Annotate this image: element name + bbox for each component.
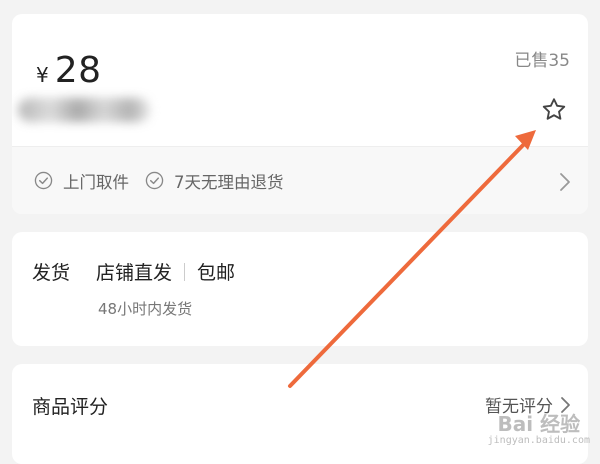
sold-count: 已售35 — [514, 51, 570, 71]
price-amount: 28 — [54, 50, 102, 91]
shipping-label: 发货 — [32, 262, 71, 284]
shipping-tag-free: 包邮 — [197, 262, 236, 284]
star-outline-icon[interactable] — [540, 96, 568, 124]
blurred-product-title — [18, 98, 150, 122]
service-label: 7天无理由退货 — [174, 172, 284, 192]
shipping-time: 48小时内发货 — [98, 300, 193, 318]
shipping-tag-store: 店铺直发 — [96, 262, 173, 284]
watermark-url: jingyan.baidu.com — [487, 435, 590, 446]
check-circle-icon — [145, 171, 164, 190]
watermark: Bai 经验 jingyan.baidu.com — [488, 408, 590, 446]
divider — [184, 262, 186, 281]
watermark-logo: Bai 经验 — [497, 412, 581, 436]
chevron-right-icon[interactable] — [558, 171, 572, 193]
shipping-card: 发货 店铺直发 包邮 48小时内发货 — [12, 232, 588, 346]
currency-symbol: ¥ — [36, 63, 49, 87]
review-title: 商品评分 — [32, 396, 109, 418]
service-label: 上门取件 — [63, 172, 129, 192]
product-price-card: ¥ 28 已售35 上门取件 7天无理由退货 — [12, 14, 588, 214]
check-circle-icon — [34, 171, 53, 190]
shipping-row: 发货 店铺直发 包邮 — [32, 258, 235, 285]
price: ¥ 28 — [36, 50, 102, 91]
service-pickup: 上门取件 — [34, 169, 129, 193]
service-guarantee-bar[interactable]: 上门取件 7天无理由退货 — [12, 146, 588, 214]
service-return: 7天无理由退货 — [145, 169, 284, 193]
